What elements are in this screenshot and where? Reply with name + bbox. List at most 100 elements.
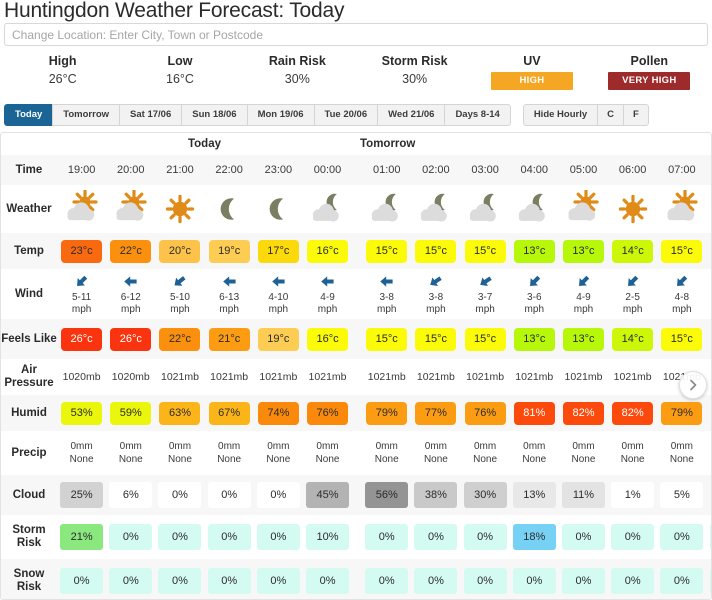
cell-snow: 0%: [106, 568, 155, 594]
storm-risk-chip: 21%: [60, 524, 104, 550]
tab-sun-18-06[interactable]: Sun 18/06: [181, 104, 247, 126]
tab-c[interactable]: C: [597, 104, 623, 126]
time-label: 23:00: [264, 164, 293, 176]
storm-risk-chip: 0%: [660, 524, 704, 550]
snow-risk-chip: 0%: [306, 568, 350, 594]
storm-risk-chip: 0%: [463, 524, 507, 550]
cell-precip: 0mm None: [57, 440, 106, 466]
cell-time: 07:00: [657, 164, 706, 176]
cell-snow: 0%: [254, 568, 303, 594]
cell-cloud: 25%: [57, 482, 106, 508]
cloud-chip: 0%: [256, 482, 300, 508]
wind-direction-arrow-icon: [378, 273, 395, 290]
precip-type: None: [669, 454, 694, 465]
precip-type: None: [423, 454, 448, 465]
precip-value: 0mm None: [473, 440, 497, 466]
chevron-right-icon: [690, 379, 697, 391]
cloud-chip: 38%: [414, 482, 458, 508]
cell-cloud: 30%: [461, 482, 510, 508]
tab-hide-hourly[interactable]: Hide Hourly: [522, 104, 598, 126]
cell-temp: 15°c: [461, 239, 510, 263]
snow-risk-chip: 0%: [256, 568, 300, 594]
cell-precip: 0mm None: [559, 440, 608, 466]
precip-type: None: [315, 454, 340, 465]
cell-humid: 76%: [303, 401, 352, 425]
cloud-chip: 11%: [561, 482, 605, 508]
cell-snow: 0%: [57, 568, 106, 594]
cell-precip: 0mm None: [106, 440, 155, 466]
cloud-chip: 30%: [463, 482, 507, 508]
precip-type: None: [571, 454, 596, 465]
location-search-input[interactable]: [4, 23, 708, 46]
summary-label: Pollen: [630, 54, 669, 68]
cell-time: 22:00: [205, 164, 254, 176]
cell-time: 23:00: [254, 164, 303, 176]
cell-cloud: 13%: [510, 482, 559, 508]
wind-direction-arrow-icon: [319, 273, 336, 290]
wind-speed-range: 3-6: [527, 292, 542, 303]
cell-storm: 0%: [106, 524, 155, 550]
air-pressure-value: 1021mb: [515, 371, 554, 383]
wind-speed-label: 3-7 mph: [475, 292, 494, 315]
cell-cloud: 0%: [205, 482, 254, 508]
air-pressure-value: 1021mb: [160, 371, 199, 383]
time-label: 01:00: [372, 164, 401, 176]
wind-speed-label: 4-10 mph: [268, 292, 288, 315]
tab-f[interactable]: F: [623, 104, 649, 126]
feels-chip: 14°c: [612, 327, 654, 351]
time-label: 05:00: [569, 164, 598, 176]
wind-direction-arrow-icon: [477, 273, 494, 290]
wind-direction-arrow-icon: [526, 273, 543, 290]
cloud-chip: 56%: [365, 482, 409, 508]
storm-risk-chip: 0%: [256, 524, 300, 550]
humidity-chip: 63%: [159, 401, 201, 425]
summary-item-rain-risk: Rain Risk 30%: [239, 53, 356, 88]
wind-direction-arrow-icon: [73, 273, 90, 290]
cell-snow: 0%: [411, 568, 460, 594]
cell-time: 03:00: [461, 164, 510, 176]
summary-item-storm-risk: Storm Risk 30%: [356, 53, 473, 88]
cell-temp: 15°c: [362, 239, 411, 263]
wind-direction-arrow-icon: [122, 273, 139, 290]
row-label-wind: Wind: [15, 287, 43, 300]
page-title: Huntingdon Weather Forecast: Today: [4, 0, 345, 22]
storm-risk-chip: 0%: [109, 524, 153, 550]
wind-speed-range: 6-12: [120, 292, 141, 303]
cell-feels: 14°c: [608, 327, 657, 351]
sun-behind-cloud-icon: [57, 190, 106, 228]
tab-today[interactable]: Today: [4, 104, 53, 126]
cell-pressure: 1021mb: [155, 371, 204, 383]
cell-wind: 3-6 mph: [510, 273, 559, 315]
row-label-weather: Weather: [6, 202, 52, 215]
precip-amount: 0mm: [375, 441, 398, 452]
feels-chip: 22°c: [159, 327, 201, 351]
moon-behind-cloud-icon: [510, 190, 559, 228]
time-label: 20:00: [117, 164, 145, 176]
temp-chip: 14°c: [612, 239, 654, 263]
summary-value: 30%: [402, 72, 428, 86]
cell-temp: 13°c: [559, 239, 608, 263]
cell-precip: 0mm None: [657, 440, 706, 466]
tab-sat-17-06[interactable]: Sat 17/06: [119, 104, 182, 126]
cell-pressure: 1021mb: [559, 371, 608, 383]
precip-type: None: [118, 454, 143, 465]
precip-type: None: [374, 454, 399, 465]
next-arrow-button[interactable]: [679, 371, 707, 399]
wind-direction-arrow-icon: [624, 273, 641, 290]
tab-mon-19-06[interactable]: Mon 19/06: [246, 104, 314, 126]
tab-days-8-14[interactable]: Days 8-14: [444, 104, 511, 126]
cloud-chip: 1%: [611, 482, 655, 508]
wind-speed-unit: mph: [524, 303, 544, 315]
summary-item-pollen: Pollen VERY HIGH: [591, 53, 708, 90]
tab-wed-21-06[interactable]: Wed 21/06: [377, 104, 445, 126]
air-pressure-value: 1021mb: [210, 371, 249, 383]
tab-tomorrow[interactable]: Tomorrow: [52, 104, 120, 126]
air-pressure-value: 1021mb: [367, 371, 406, 383]
summary-label: Storm Risk: [381, 54, 448, 68]
moon-icon: [205, 190, 254, 228]
tab-tue-20-06[interactable]: Tue 20/06: [313, 104, 378, 126]
feels-chip: 16°c: [307, 327, 349, 351]
cell-storm: 0%: [205, 524, 254, 550]
feels-chip: 13°c: [562, 327, 604, 351]
storm-risk-chip: 0%: [207, 524, 251, 550]
